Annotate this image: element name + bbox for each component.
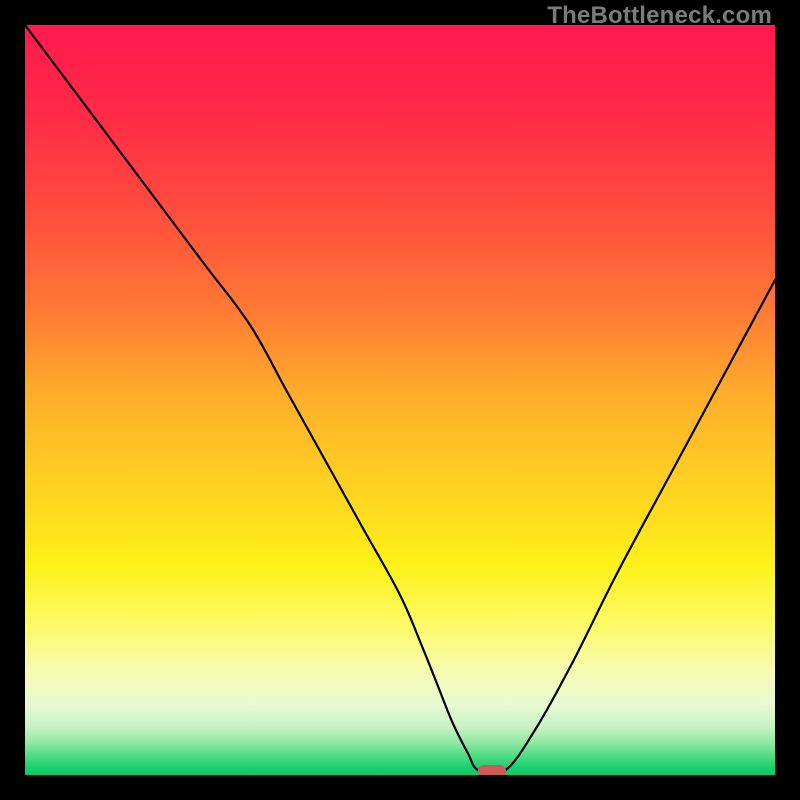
plot-area <box>25 25 775 775</box>
chart-frame: TheBottleneck.com <box>0 0 800 800</box>
optimal-marker <box>478 765 506 776</box>
bottleneck-curve <box>25 25 775 775</box>
watermark-text: TheBottleneck.com <box>547 2 772 30</box>
